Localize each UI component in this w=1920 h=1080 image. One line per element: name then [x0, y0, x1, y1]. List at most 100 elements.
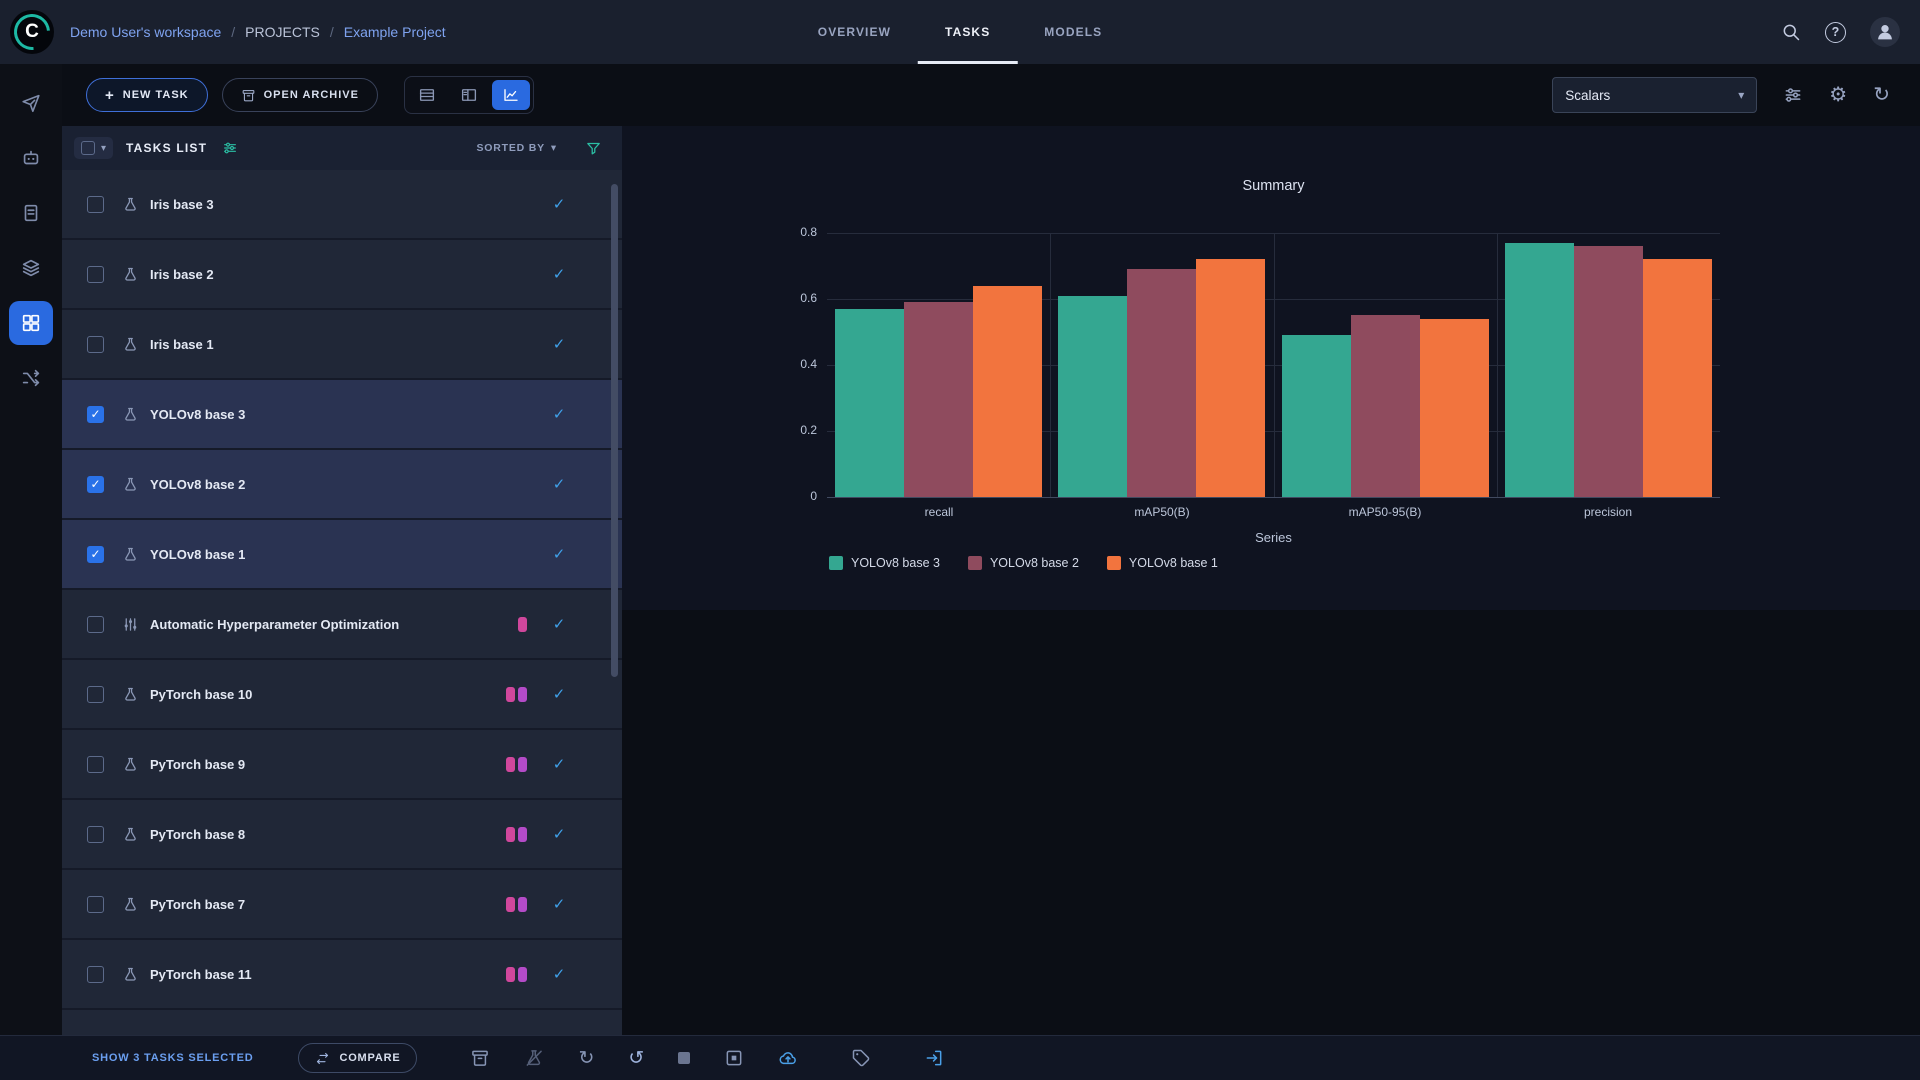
bar[interactable] [1058, 296, 1127, 497]
task-name[interactable]: YOLOv8 base 3 [150, 407, 245, 422]
task-name[interactable]: Iris base 2 [150, 267, 214, 282]
bar[interactable] [1196, 259, 1265, 497]
sorted-by-dropdown[interactable]: SORTED BY ▾ [476, 142, 557, 154]
abort-all-children-action-button[interactable] [724, 1048, 744, 1068]
filter-funnel-icon[interactable] [585, 140, 602, 157]
task-row[interactable]: PyTorch base 11✓ [62, 940, 622, 1008]
task-name[interactable]: PyTorch base 8 [150, 827, 245, 842]
clearml-logo[interactable]: C [10, 10, 54, 54]
task-row[interactable]: Iris base 1 ✓ [62, 310, 622, 378]
task-checkbox[interactable]: ✓ [87, 476, 104, 493]
breadcrumb-project[interactable]: Example Project [344, 24, 446, 40]
task-row[interactable]: Automatic Hyperparameter Optimization✓ [62, 590, 622, 658]
bar[interactable] [1574, 246, 1643, 497]
task-checkbox[interactable] [87, 756, 104, 773]
task-row[interactable]: PyTorch base 8✓ [62, 800, 622, 868]
task-checkbox[interactable] [87, 826, 104, 843]
tasks-scrollbar[interactable] [611, 184, 618, 677]
bar[interactable] [1282, 335, 1351, 497]
task-checkbox[interactable] [87, 616, 104, 633]
sidebar-item-datasets[interactable] [9, 246, 53, 290]
task-row[interactable]: Iris base 3✓ [62, 170, 622, 238]
legend-item[interactable]: YOLOv8 base 2 [968, 556, 1079, 570]
avatar[interactable] [1870, 17, 1900, 47]
task-name[interactable]: PyTorch base 10 [150, 687, 252, 702]
tab-overview[interactable]: OVERVIEW [791, 0, 918, 64]
help-icon[interactable]: ? [1825, 22, 1846, 43]
task-row[interactable]: ✓YOLOv8 base 3✓ [62, 380, 622, 448]
task-checkbox[interactable] [87, 966, 104, 983]
task-row[interactable]: ✓YOLOv8 base 2✓ [62, 450, 622, 518]
task-checkbox[interactable] [87, 196, 104, 213]
task-name[interactable]: Automatic Hyperparameter Optimization [150, 617, 399, 632]
sidebar-item-reports[interactable] [9, 191, 53, 235]
task-name[interactable]: Iris base 1 [150, 337, 214, 352]
reset-action-button[interactable]: ↺ [628, 1049, 644, 1068]
experiment-icon [122, 266, 139, 283]
bar[interactable] [1643, 259, 1712, 497]
task-row[interactable]: PyTorch base 9✓ [62, 730, 622, 798]
view-split-button[interactable] [450, 80, 488, 110]
breadcrumb-projects[interactable]: PROJECTS [245, 24, 320, 40]
task-name[interactable]: PyTorch base 11 [150, 967, 252, 982]
tab-models[interactable]: MODELS [1017, 0, 1129, 64]
task-checkbox[interactable]: ✓ [87, 406, 104, 423]
new-task-button[interactable]: + NEW TASK [86, 78, 208, 112]
bar[interactable] [835, 309, 904, 497]
bar[interactable] [904, 302, 973, 497]
task-checkbox[interactable] [87, 896, 104, 913]
sidebar-item-projects[interactable] [9, 301, 53, 345]
task-row[interactable]: PyTorch base 7✓ [62, 870, 622, 938]
task-tags [503, 757, 527, 772]
task-name[interactable]: PyTorch base 9 [150, 757, 245, 772]
task-name[interactable]: YOLOv8 base 1 [150, 547, 245, 562]
metric-dropdown[interactable]: Scalars ▾ [1552, 77, 1757, 113]
open-archive-button[interactable]: OPEN ARCHIVE [222, 78, 378, 112]
bar[interactable] [1127, 269, 1196, 497]
task-name[interactable]: PyTorch base 7 [150, 897, 245, 912]
show-selected-link[interactable]: SHOW 3 TASKS SELECTED [92, 1052, 253, 1064]
settings-gear-icon[interactable]: ⚙ [1829, 85, 1847, 105]
task-name[interactable]: YOLOv8 base 2 [150, 477, 245, 492]
view-table-button[interactable] [408, 80, 446, 110]
retry-action-button[interactable]: ↻ [578, 1049, 594, 1068]
task-checkbox[interactable]: ✓ [87, 546, 104, 563]
publish-action-button[interactable] [778, 1048, 798, 1068]
sorted-by-label: SORTED BY [476, 142, 544, 154]
archive-action-button[interactable] [470, 1048, 490, 1068]
legend-item[interactable]: YOLOv8 base 1 [1107, 556, 1218, 570]
tune-icon[interactable] [1783, 85, 1803, 105]
task-row[interactable]: PyTorch base 10 ✓ [62, 660, 622, 728]
view-mode-toggle [404, 76, 534, 114]
sidebar-item-orchestration[interactable] [9, 356, 53, 400]
task-row[interactable]: PyTorch base 5✓ [62, 1010, 622, 1035]
select-all-control[interactable]: ▾ [74, 137, 113, 159]
tags-action-button[interactable] [851, 1048, 871, 1068]
view-chart-button[interactable] [492, 80, 530, 110]
sidebar-item-applications[interactable] [9, 136, 53, 180]
select-all-checkbox[interactable] [81, 141, 95, 155]
compare-button[interactable]: COMPARE [298, 1043, 417, 1073]
move-to-project-action-button[interactable] [924, 1048, 944, 1068]
auto-refresh-icon[interactable]: ↻ [1873, 85, 1890, 105]
task-checkbox[interactable] [87, 336, 104, 353]
abort-action-button[interactable] [678, 1052, 690, 1064]
status-completed-icon: ✓ [551, 335, 567, 353]
bar[interactable] [973, 286, 1042, 497]
task-checkbox[interactable] [87, 266, 104, 283]
tab-tasks[interactable]: TASKS [918, 0, 1017, 64]
legend-item[interactable]: YOLOv8 base 3 [829, 556, 940, 570]
bar[interactable] [1351, 315, 1420, 497]
breadcrumb-workspace[interactable]: Demo User's workspace [70, 24, 221, 40]
enqueue-action-button[interactable] [524, 1048, 544, 1068]
list-settings-icon[interactable] [222, 140, 238, 156]
bar[interactable] [1505, 243, 1574, 497]
search-icon[interactable] [1781, 22, 1801, 42]
task-row[interactable]: Iris base 2✓ [62, 240, 622, 308]
status-completed-icon: ✓ [551, 685, 567, 703]
bar[interactable] [1420, 319, 1489, 497]
task-name[interactable]: Iris base 3 [150, 197, 214, 212]
task-checkbox[interactable] [87, 686, 104, 703]
task-row[interactable]: ✓YOLOv8 base 1✓ [62, 520, 622, 588]
sidebar-item-getting-started[interactable] [9, 81, 53, 125]
